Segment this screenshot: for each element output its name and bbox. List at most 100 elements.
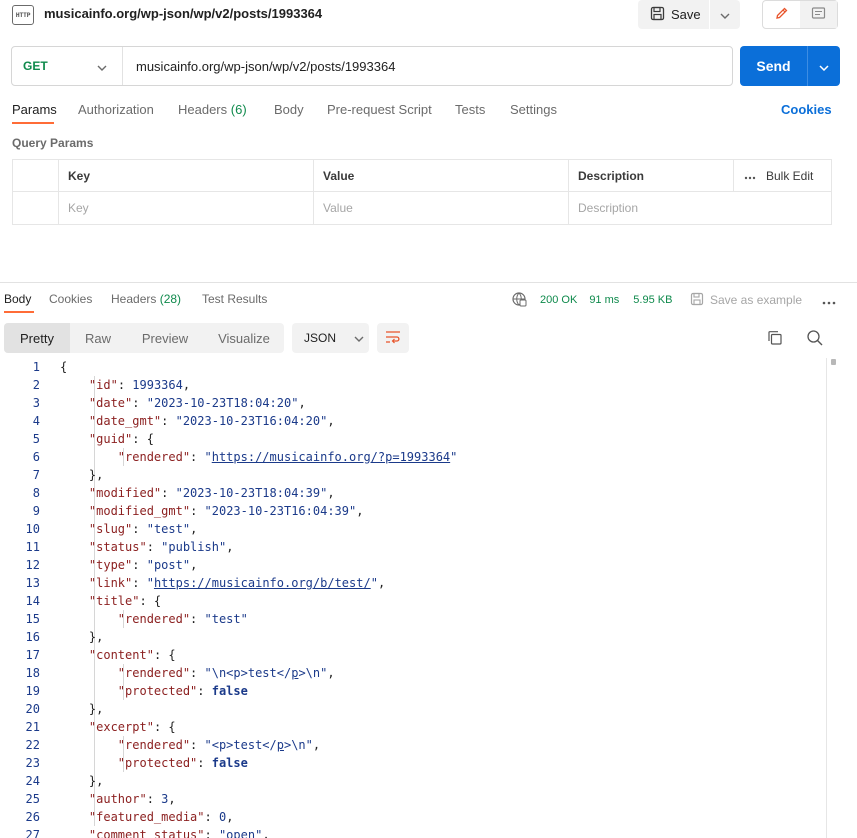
save-options-dropdown[interactable] <box>710 0 740 29</box>
code-token: }, <box>60 468 104 482</box>
code-token: }, <box>60 702 104 716</box>
code-token: : <box>132 522 147 536</box>
code-token: : <box>190 504 205 518</box>
save-button-label: Save <box>671 7 701 22</box>
line-number: 19 <box>25 684 40 698</box>
code-token: }, <box>60 630 104 644</box>
status-code[interactable]: 200 OK <box>540 294 577 306</box>
code-token: "link" <box>88 576 133 590</box>
response-size[interactable]: 5.95 KB <box>633 294 672 306</box>
code-content: { <box>60 358 67 376</box>
param-description-input[interactable]: Description <box>568 192 831 224</box>
tab-authorization[interactable]: Authorization <box>78 102 154 117</box>
code-link[interactable]: https://musicainfo.org/?p=1993364 <box>212 450 450 464</box>
body-view-mode-group: Pretty Raw Preview Visualize <box>4 323 284 353</box>
tab-prerequest-script[interactable]: Pre-request Script <box>327 102 432 117</box>
line-number: 18 <box>25 666 40 680</box>
scrollbar-thumb[interactable] <box>831 359 836 365</box>
bulk-edit-button[interactable]: Bulk Edit <box>733 160 831 192</box>
code-token: "\n<p>test</ <box>204 666 292 680</box>
response-tab-cookies[interactable]: Cookies <box>49 292 92 306</box>
floppy-disk-icon <box>690 292 704 309</box>
code-content: "modified_gmt": "2023-10-23T16:04:39", <box>60 502 364 520</box>
code-line: 19 "protected": false <box>0 682 826 700</box>
save-as-example-button[interactable]: Save as example <box>690 290 802 310</box>
code-link[interactable]: https://musicainfo.org/b/test/ <box>154 576 371 590</box>
raw-view-button[interactable]: Raw <box>70 323 126 353</box>
title-bar: HTTP musicainfo.org/wp-json/wp/v2/posts/… <box>0 0 857 30</box>
line-number: 14 <box>25 594 40 608</box>
code-token: "protected" <box>117 756 198 770</box>
visualize-view-button[interactable]: Visualize <box>204 323 284 353</box>
code-token: : <box>190 612 205 626</box>
line-number: 23 <box>25 756 40 770</box>
code-token: , <box>262 828 270 838</box>
comment-icon <box>811 6 826 24</box>
method-select[interactable]: GET <box>12 47 123 85</box>
response-tabs: Body Cookies Headers (28) Test Results 2… <box>0 290 857 314</box>
code-token: , <box>327 414 335 428</box>
response-body-code[interactable]: 1{2 "id": 1993364, 3 "date": "2023-10-23T… <box>0 358 826 838</box>
tab-headers[interactable]: Headers (6) <box>178 102 247 117</box>
code-token: "excerpt" <box>88 720 154 734</box>
more-options-button[interactable] <box>822 290 836 310</box>
tab-headers-label: Headers <box>178 102 228 117</box>
response-time[interactable]: 91 ms <box>589 294 619 306</box>
chevron-down-icon <box>720 7 730 22</box>
documentation-view-button[interactable] <box>800 1 837 28</box>
line-number: 22 <box>25 738 40 752</box>
save-button[interactable]: Save <box>638 0 710 29</box>
copy-button[interactable] <box>766 329 784 347</box>
line-number: 15 <box>25 612 40 626</box>
send-options-dropdown[interactable] <box>808 46 840 86</box>
code-content: "date": "2023-10-23T18:04:20", <box>60 394 306 412</box>
wrap-lines-button[interactable] <box>377 323 409 353</box>
code-content: "featured_media": 0, <box>60 808 234 826</box>
cookies-link[interactable]: Cookies <box>781 102 832 117</box>
code-token: false <box>211 684 248 698</box>
tab-settings[interactable]: Settings <box>510 102 557 117</box>
code-token: : { <box>132 432 154 446</box>
globe-network-icon[interactable] <box>511 291 527 310</box>
wrap-text-icon <box>385 330 401 347</box>
code-link[interactable]: p <box>277 738 284 752</box>
code-token: : <box>146 792 162 806</box>
code-token: : { <box>153 720 176 734</box>
http-request-icon: HTTP <box>12 5 34 25</box>
pretty-view-button[interactable]: Pretty <box>4 323 70 353</box>
column-header-key: Key <box>58 160 313 192</box>
code-content: "rendered": "<p>test</p>\n", <box>60 736 320 754</box>
pane-divider[interactable] <box>0 282 857 283</box>
response-tab-body[interactable]: Body <box>4 292 31 306</box>
edit-view-button[interactable] <box>763 1 800 28</box>
tab-tests[interactable]: Tests <box>455 102 485 117</box>
scrollbar[interactable] <box>826 358 836 838</box>
response-tab-test-results[interactable]: Test Results <box>202 292 267 306</box>
tab-params[interactable]: Params <box>12 102 57 117</box>
param-key-input[interactable]: Key <box>58 192 313 224</box>
param-value-input[interactable]: Value <box>313 192 568 224</box>
search-button[interactable] <box>806 329 824 347</box>
line-number: 16 <box>25 630 40 644</box>
send-button[interactable]: Send <box>740 46 808 86</box>
preview-view-button[interactable]: Preview <box>126 323 204 353</box>
code-token: , <box>190 558 198 572</box>
request-title[interactable]: musicainfo.org/wp-json/wp/v2/posts/19933… <box>44 6 322 21</box>
code-content: "date_gmt": "2023-10-23T16:04:20", <box>60 412 335 430</box>
line-number: 7 <box>32 468 40 482</box>
chevron-down-icon <box>819 59 829 74</box>
code-content: "comment_status": "open", <box>60 826 270 838</box>
response-tab-headers[interactable]: Headers (28) <box>111 292 181 306</box>
code-line: 21 "excerpt": { <box>0 718 826 736</box>
tab-body[interactable]: Body <box>274 102 304 117</box>
format-select[interactable]: JSON <box>292 323 369 353</box>
table-header-row: Key Value Description Bulk Edit <box>13 160 831 192</box>
code-line: 7 }, <box>0 466 826 484</box>
url-input[interactable]: musicainfo.org/wp-json/wp/v2/posts/19933… <box>123 59 395 74</box>
